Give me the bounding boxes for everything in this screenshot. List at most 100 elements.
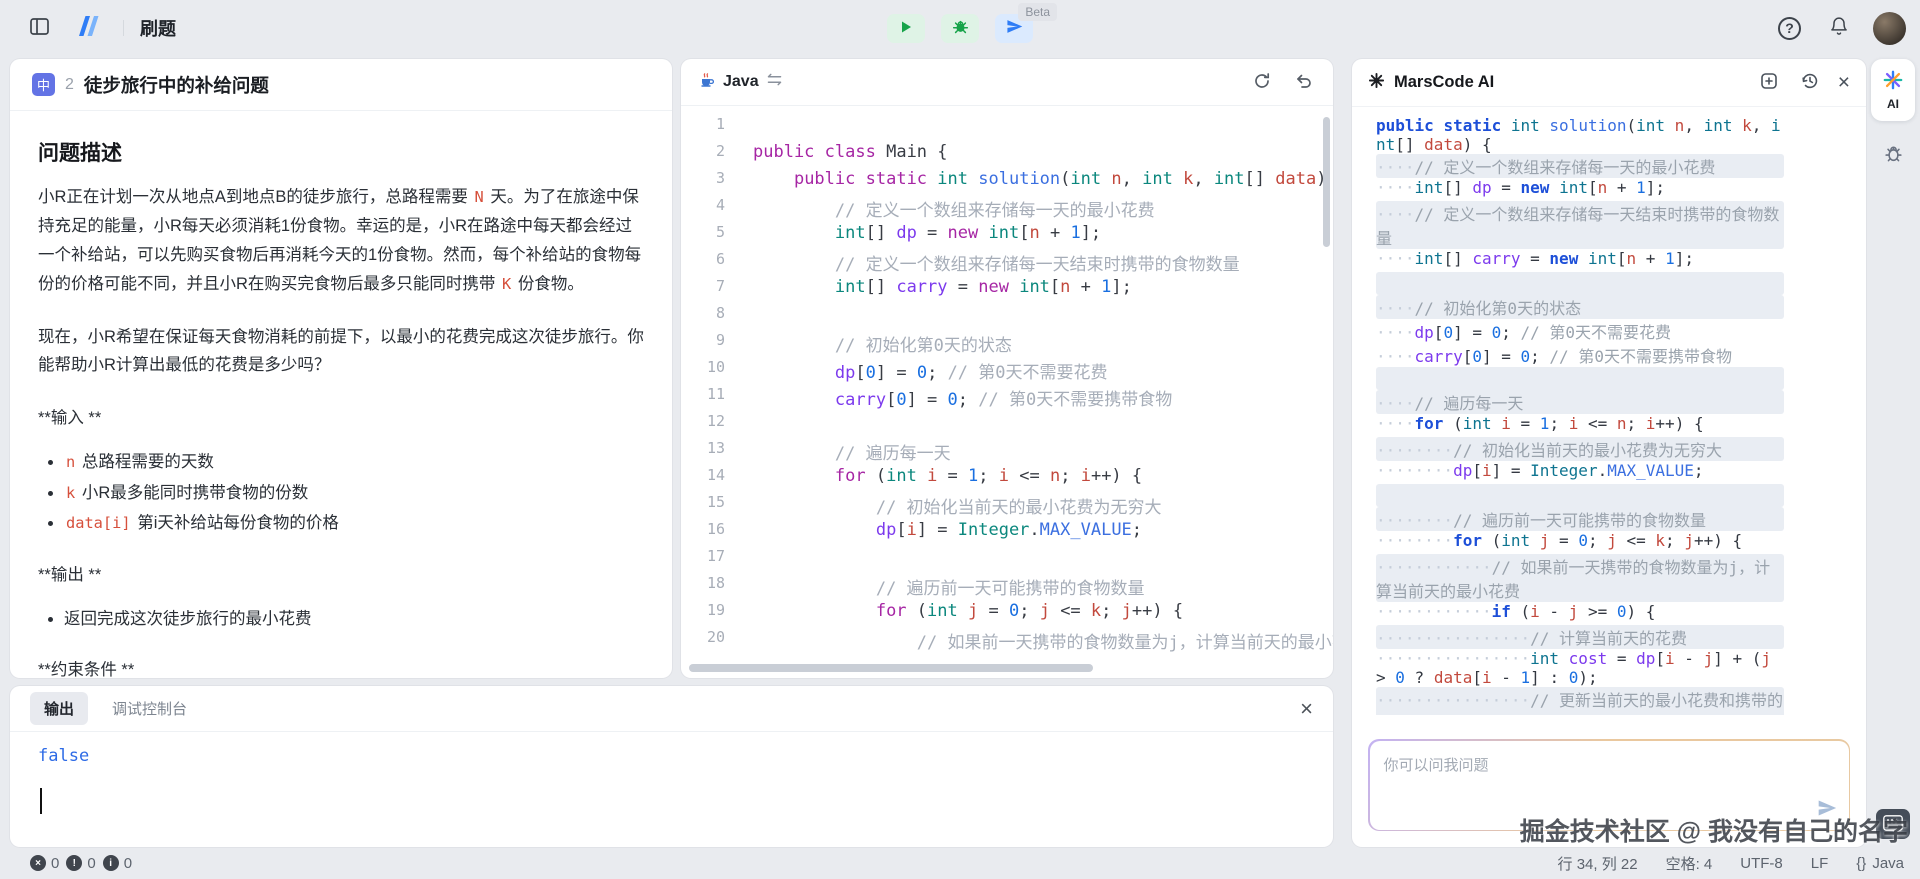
line-number[interactable]: 20 bbox=[681, 628, 725, 655]
line-number[interactable]: 15 bbox=[681, 493, 725, 520]
line-number[interactable]: 19 bbox=[681, 601, 725, 628]
ai-entry-button[interactable]: AI bbox=[1871, 59, 1915, 121]
beta-badge: Beta bbox=[1018, 2, 1057, 21]
list-item: n 总路程需要的天数 bbox=[64, 447, 644, 478]
close-icon: × bbox=[1300, 695, 1313, 721]
line-number[interactable]: 9 bbox=[681, 331, 725, 358]
keyboard-button[interactable] bbox=[1876, 809, 1910, 839]
debug-run-button[interactable] bbox=[941, 13, 979, 43]
reset-code-button[interactable] bbox=[1291, 68, 1317, 97]
problem-body: 问题描述 小R正在计划一次从地点A到地点B的徒步旅行，总路程需要 N 天。为了在… bbox=[10, 111, 672, 678]
code-line[interactable]: // 初始化第0天的状态 bbox=[753, 331, 1333, 358]
vertical-scrollbar[interactable] bbox=[1323, 117, 1330, 247]
line-number[interactable]: 2 bbox=[681, 142, 725, 169]
language-selector[interactable]: Java bbox=[697, 71, 782, 94]
new-chat-button[interactable] bbox=[1756, 68, 1782, 97]
code-area[interactable]: 1 2 3 4 5 6 7 8 9 10 11 12 13 14 15 16 17 18 19 20 public c… bbox=[681, 107, 1333, 678]
tab-debug-console[interactable]: 调试控制台 bbox=[112, 698, 187, 719]
ai-code-line: ····int[] dp = new int[n + 1]; bbox=[1376, 178, 1666, 197]
line-number[interactable]: 18 bbox=[681, 574, 725, 601]
input-list: n 总路程需要的天数 k 小R最多能同时携带食物的份数 data[i] 第i天补… bbox=[38, 447, 644, 539]
indentation-setting[interactable]: 空格: 4 bbox=[1666, 853, 1713, 874]
code-line[interactable]: // 定义一个数组来存储每一天结束时携带的食物数量 bbox=[753, 250, 1333, 277]
history-button[interactable] bbox=[1797, 68, 1823, 97]
ai-question-input[interactable] bbox=[1369, 740, 1849, 830]
submit-wrap: Beta bbox=[995, 2, 1057, 43]
ai-panel: MarsCode AI × public static int solution… bbox=[1352, 59, 1866, 847]
code-line[interactable] bbox=[753, 412, 1333, 439]
ai-close-button[interactable]: × bbox=[1838, 72, 1850, 93]
help-button[interactable]: ? bbox=[1774, 13, 1805, 44]
code-line[interactable]: // 遍历前一天可能携带的食物数量 bbox=[753, 574, 1333, 601]
new-chat-icon bbox=[1760, 72, 1778, 93]
line-number[interactable]: 3 bbox=[681, 169, 725, 196]
code-line[interactable]: // 如果前一天携带的食物数量为j，计算当前天的最小花 bbox=[753, 628, 1333, 655]
console-close-button[interactable]: × bbox=[1300, 695, 1313, 721]
infos-pair[interactable]: i 0 bbox=[102, 855, 132, 872]
close-icon: × bbox=[1837, 71, 1850, 94]
editor-actions bbox=[1249, 68, 1317, 97]
sidebar-toggle-button[interactable] bbox=[26, 14, 53, 42]
play-icon bbox=[899, 20, 913, 37]
error-count: 0 bbox=[51, 854, 60, 872]
warnings-pair[interactable]: ! 0 bbox=[66, 855, 96, 872]
editor-code[interactable]: public class Main { public static int so… bbox=[747, 115, 1333, 678]
paper-plane-icon bbox=[1006, 18, 1023, 38]
line-number[interactable]: 14 bbox=[681, 466, 725, 493]
line-number[interactable]: 16 bbox=[681, 520, 725, 547]
ai-send-button[interactable] bbox=[1817, 798, 1837, 821]
code-line[interactable]: dp[0] = 0; // 第0天不需要花费 bbox=[753, 358, 1333, 385]
code-line[interactable]: // 遍历每一天 bbox=[753, 439, 1333, 466]
nav-title[interactable]: 刷题 bbox=[140, 15, 176, 41]
notifications-button[interactable] bbox=[1825, 12, 1853, 44]
problem-title: 徒步旅行中的补给问题 bbox=[83, 74, 269, 96]
code-line[interactable] bbox=[753, 304, 1333, 331]
problems-summary[interactable]: × 0 ! 0 i 0 bbox=[30, 855, 132, 872]
refresh-icon bbox=[1253, 72, 1271, 93]
line-number[interactable]: 13 bbox=[681, 439, 725, 466]
line-number[interactable]: 8 bbox=[681, 304, 725, 331]
eol-setting[interactable]: LF bbox=[1811, 855, 1829, 872]
code-line[interactable]: int[] dp = new int[n + 1]; bbox=[753, 223, 1333, 250]
line-number[interactable]: 7 bbox=[681, 277, 725, 304]
swap-language-icon[interactable] bbox=[767, 73, 782, 91]
errors-pair[interactable]: × 0 bbox=[30, 855, 59, 872]
bug-report-button[interactable] bbox=[1883, 143, 1904, 167]
line-number[interactable]: 17 bbox=[681, 547, 725, 574]
line-number[interactable]: 10 bbox=[681, 358, 725, 385]
code-line[interactable]: public static int solution(int n, int k,… bbox=[753, 169, 1333, 196]
code-line[interactable] bbox=[753, 115, 1333, 142]
ai-header: MarsCode AI × bbox=[1352, 59, 1866, 107]
code-line[interactable] bbox=[753, 547, 1333, 574]
line-number[interactable]: 6 bbox=[681, 250, 725, 277]
brand-logo[interactable] bbox=[69, 11, 107, 46]
editor-gutter: 1 2 3 4 5 6 7 8 9 10 11 12 13 14 15 16 17 18 19 20 bbox=[681, 115, 747, 678]
line-number[interactable]: 5 bbox=[681, 223, 725, 250]
marscode-sparkle-icon bbox=[1368, 72, 1385, 94]
keyboard-icon bbox=[1883, 814, 1903, 834]
run-button[interactable] bbox=[887, 13, 925, 43]
language-mode[interactable]: {} Java bbox=[1856, 855, 1904, 872]
code-line[interactable]: for (int i = 1; i <= n; i++) { bbox=[753, 466, 1333, 493]
ai-code-line: ············// 如果前一天携带的食物数量为j，计算当前天的最小花费 bbox=[1376, 554, 1784, 602]
problem-paragraph: 小R正在计划一次从地点A到地点B的徒步旅行，总路程需要 N 天。为了在旅途中保持… bbox=[38, 188, 642, 293]
code-line[interactable]: carry[0] = 0; // 第0天不需要携带食物 bbox=[753, 385, 1333, 412]
line-number[interactable]: 1 bbox=[681, 115, 725, 142]
topbar: 刷题 Beta ? bbox=[0, 0, 1920, 56]
line-number[interactable]: 4 bbox=[681, 196, 725, 223]
line-number[interactable]: 11 bbox=[681, 385, 725, 412]
line-number[interactable]: 12 bbox=[681, 412, 725, 439]
code-line[interactable]: dp[i] = Integer.MAX_VALUE; bbox=[753, 520, 1333, 547]
refresh-button[interactable] bbox=[1249, 68, 1275, 97]
code-line[interactable]: for (int j = 0; j <= k; j++) { bbox=[753, 601, 1333, 628]
avatar[interactable] bbox=[1873, 11, 1906, 45]
code-line[interactable]: public class Main { bbox=[753, 142, 1333, 169]
cursor-position[interactable]: 行 34, 列 22 bbox=[1558, 853, 1638, 874]
language-label[interactable]: Java bbox=[723, 73, 759, 91]
code-line[interactable]: // 定义一个数组来存储每一天的最小花费 bbox=[753, 196, 1333, 223]
encoding-setting[interactable]: UTF-8 bbox=[1740, 855, 1783, 872]
tab-output[interactable]: 输出 bbox=[30, 692, 89, 725]
code-line[interactable]: // 初始化当前天的最小花费为无穷大 bbox=[753, 493, 1333, 520]
horizontal-scrollbar[interactable] bbox=[689, 664, 1094, 672]
code-line[interactable]: int[] carry = new int[n + 1]; bbox=[753, 277, 1333, 304]
